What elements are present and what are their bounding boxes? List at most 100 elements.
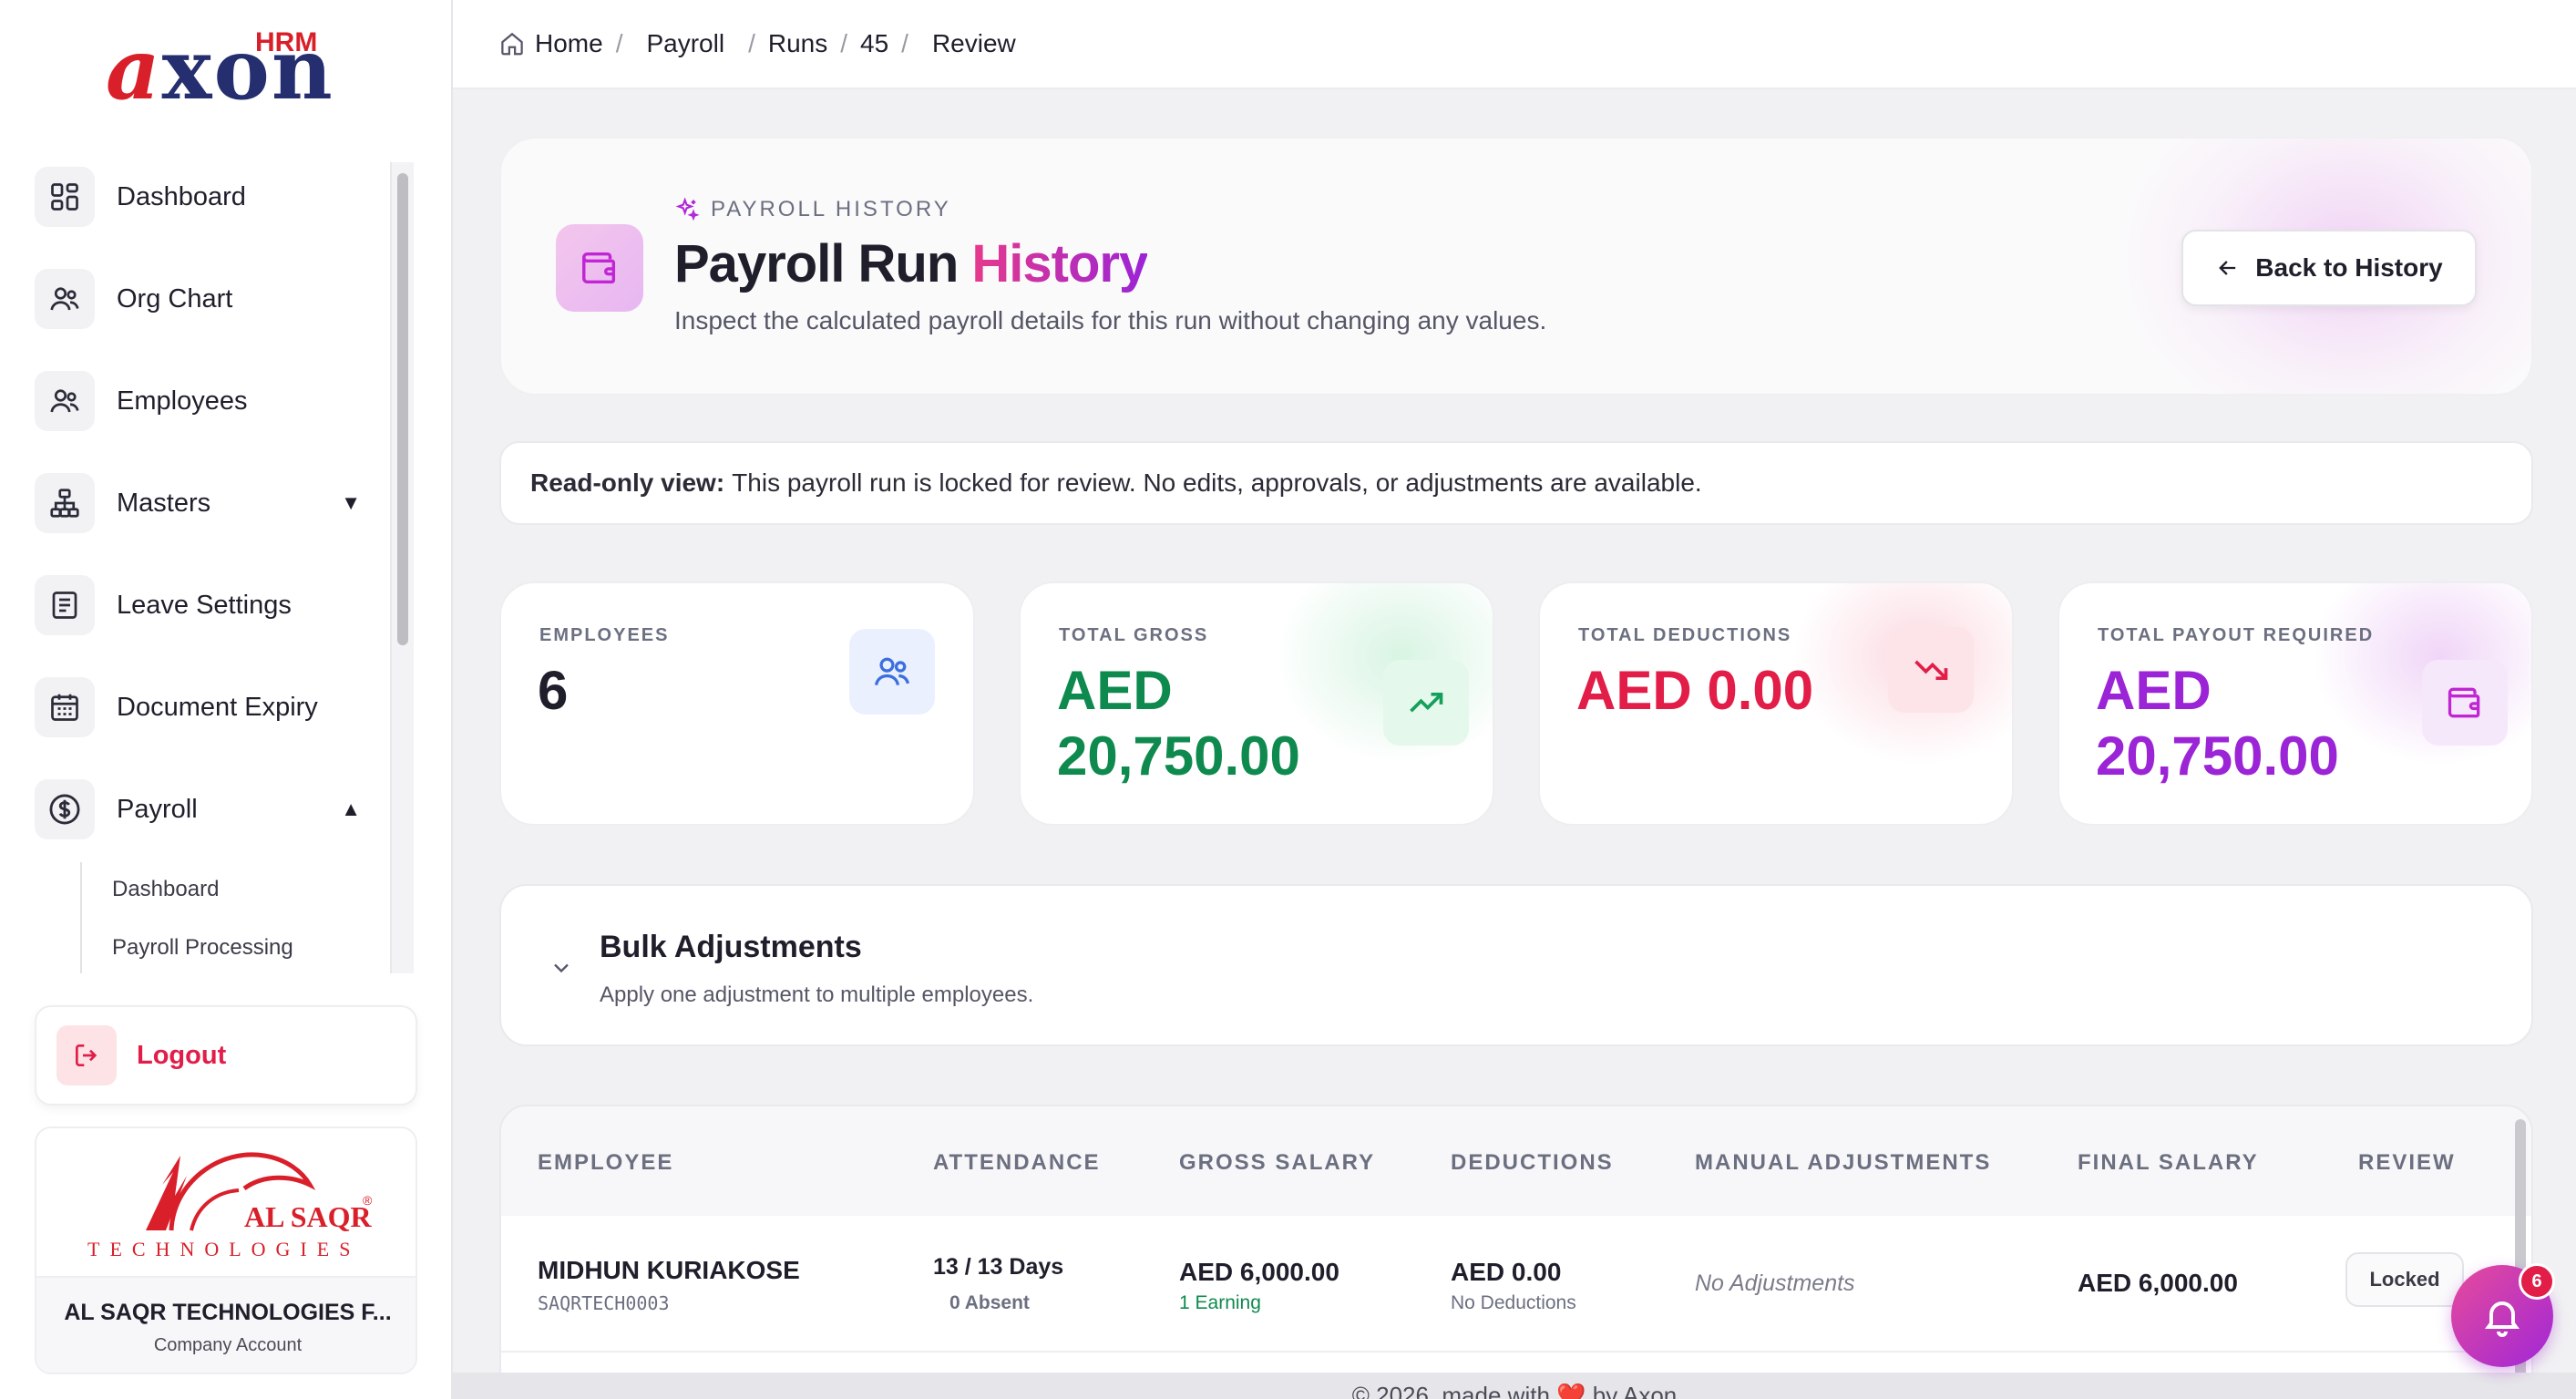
attendance-days: 13 / 13 Days [933,1254,1064,1280]
breadcrumb-runs[interactable]: Runs [768,29,827,58]
notice-bold: Read-only view: [530,468,725,497]
sidebar-item-document-expiry[interactable]: Document Expiry [35,673,381,742]
dashboard-icon [35,167,95,227]
page-title-accent: History [971,234,1148,293]
logo-registered: ® [363,1193,373,1208]
page-kicker: PAYROLL HISTORY [674,197,951,222]
logo-text: AL SAQR [244,1200,372,1233]
employees-icon [35,371,95,431]
wallet-icon [556,224,643,312]
arrow-left-icon [2219,261,2236,275]
column-header-review: REVIEW [2358,1150,2456,1175]
column-header-gross-salary: GROSS SALARY [1179,1150,1376,1175]
sidebar-item-org-chart[interactable]: Org Chart [35,264,381,334]
logo-subtext: TECHNOLOGIES [87,1238,360,1260]
back-button-label: Back to History [2255,253,2443,282]
sidebar-scroll-thumb[interactable] [397,173,408,645]
company-name: AL SAQR TECHNOLOGIES F... [64,1300,392,1325]
breadcrumb-home[interactable]: Home [535,29,603,58]
sparkles-icon [675,197,700,221]
logo-hrm-tag: HRM [255,27,318,57]
final-salary: AED 6,000.00 [2078,1269,2238,1297]
page-title-main: Payroll Run [674,234,959,293]
logout-button[interactable]: Logout [35,1005,417,1106]
stat-value: AED 20,750.00 [1057,660,1300,787]
calendar-icon [35,677,95,737]
chevron-down-icon[interactable] [549,955,574,981]
breadcrumb-review: Review [931,29,1016,57]
footer-text-post: by Axon [1592,1382,1678,1399]
sidebar-item-leave-settings[interactable]: Leave Settings [35,571,381,640]
bulk-adjustments-title: Bulk Adjustments [600,930,862,964]
stat-label: EMPLOYEES [539,625,670,645]
kicker-text: PAYROLL HISTORY [711,197,951,221]
al-saqr-logo: AL SAQR ® TECHNOLOGIES [36,1128,416,1276]
company-info: AL SAQR TECHNOLOGIES F... Company Accoun… [36,1276,416,1373]
gross-earning-count: 1 Earning [1179,1292,1261,1313]
logout-label: Logout [137,1040,227,1070]
caret-up-icon: ▲ [341,797,361,820]
sidebar-item-payroll[interactable]: Payroll ▲ [35,775,381,844]
column-header-final-salary: FINAL SALARY [2078,1150,2259,1175]
breadcrumb-payroll[interactable]: Payroll [646,29,724,58]
column-header-manual-adjustments: MANUAL ADJUSTMENTS [1695,1150,1992,1175]
sidebar-item-label: Employees [117,386,248,416]
stat-value: AED 0.00 [1576,660,1814,721]
footer-text-pre: © 2026, made with [1351,1382,1550,1399]
sidebar-item-employees[interactable]: Employees [35,366,381,436]
breadcrumb-separator: / [748,29,755,57]
heart-icon: ❤️ [1556,1382,1586,1399]
stat-value: AED 20,750.00 [2096,660,2339,787]
deductions-detail: No Deductions [1451,1292,1576,1313]
sidebar-item-label: Leave Settings [117,590,292,620]
breadcrumb-separator: / [901,29,908,57]
stat-card-employees: EMPLOYEES 6 [499,581,975,826]
bulk-adjustments-panel[interactable]: Bulk Adjustments Apply one adjustment to… [499,884,2533,1046]
page-header-card: PAYROLL HISTORY Payroll Run History Insp… [499,137,2533,396]
home-icon[interactable] [498,30,526,57]
wallet-icon [2422,660,2508,746]
deductions-amount: AED 0.00 [1451,1258,1562,1286]
stat-card-total-payout: TOTAL PAYOUT REQUIRED AED 20,750.00 [2058,581,2533,826]
sidebar-item-label: Document Expiry [117,692,318,722]
stat-card-total-gross: TOTAL GROSS AED 20,750.00 [1019,581,1494,826]
top-bar: Home / Payroll / Runs / 45 / Review [453,0,2576,89]
dollar-icon [35,779,95,839]
employee-code: SAQRTECH0003 [538,1292,670,1314]
logout-icon [56,1025,117,1085]
trending-up-icon [1383,660,1469,746]
attendance-absent: 0 Absent [949,1292,1030,1313]
notification-count-badge: 6 [2519,1263,2555,1300]
document-icon [35,575,95,635]
sidebar-item-label: Payroll [117,794,198,824]
trending-down-icon [1888,627,1974,713]
breadcrumb-separator: / [615,29,623,57]
company-account-card[interactable]: AL SAQR ® TECHNOLOGIES AL SAQR TECHNOLOG… [35,1126,417,1374]
back-to-history-button[interactable]: Back to History [2181,230,2477,306]
sidebar-item-masters[interactable]: Masters ▼ [35,468,381,538]
page-subtitle: Inspect the calculated payroll details f… [674,306,1547,334]
sidebar-item-label: Masters [117,488,211,518]
sidebar-item-dashboard[interactable]: Dashboard [35,162,381,231]
page-footer: © 2026, made with ❤️ by Axon [453,1373,2576,1399]
stat-card-total-deductions: TOTAL DEDUCTIONS AED 0.00 [1538,581,2014,826]
subnav-item-dashboard[interactable]: Dashboard [112,877,219,902]
users-icon [849,629,935,715]
payroll-table: EMPLOYEE ATTENDANCE GROSS SALARY DEDUCTI… [499,1105,2533,1399]
sidebar-scrollbar[interactable] [390,162,414,973]
sidebar: axon HRM Dashboard Org Chart Employees M… [0,0,453,1399]
table-row[interactable]: MIDHUN KURIAKOSE SAQRTECH0003 13 / 13 Da… [501,1216,2531,1353]
table-header: EMPLOYEE ATTENDANCE GROSS SALARY DEDUCTI… [501,1106,2531,1216]
subnav-item-payroll-processing[interactable]: Payroll Processing [112,935,293,961]
bulk-adjustments-subtitle: Apply one adjustment to multiple employe… [600,982,1034,1007]
org-chart-icon [35,269,95,329]
locked-badge: Locked [2345,1252,2464,1307]
breadcrumb-run-id[interactable]: 45 [860,29,888,58]
manual-adjustments: No Adjustments [1695,1270,1855,1296]
bell-icon [2485,1301,2520,1337]
stat-label: TOTAL PAYOUT REQUIRED [2098,625,2375,645]
breadcrumb-separator: / [840,29,848,57]
stat-value: 6 [538,660,569,721]
axon-hrm-logo[interactable]: axon HRM [102,24,348,115]
sidebar-nav: Dashboard Org Chart Employees Masters ▼ [35,162,390,973]
